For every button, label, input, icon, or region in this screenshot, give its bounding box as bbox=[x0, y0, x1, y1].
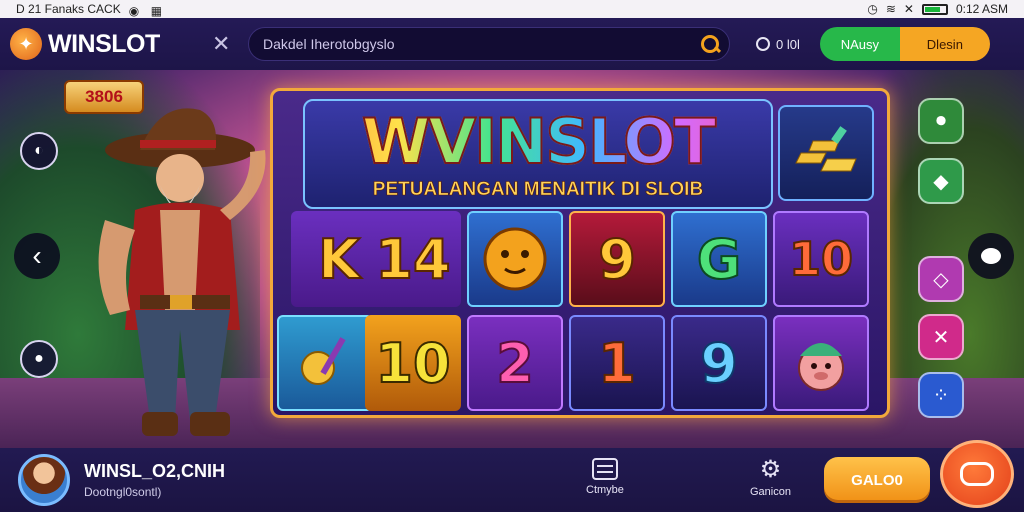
lion-face-icon bbox=[483, 227, 547, 291]
shield-icon[interactable]: ◆ bbox=[918, 158, 964, 204]
register-button[interactable]: Dlesin bbox=[899, 27, 990, 61]
game-title: WVINSLOT bbox=[305, 104, 771, 179]
slot-machine[interactable]: WVINSLOT PETUALANGAN MENAITIK DI SLOIB K… bbox=[270, 88, 890, 418]
logo-text: WINSLOT bbox=[48, 29, 160, 58]
search-icon[interactable] bbox=[697, 31, 723, 57]
chat-icon bbox=[960, 462, 994, 486]
nav-settings[interactable]: ⚙ Ganicon bbox=[750, 456, 791, 499]
reel-symbol: 9 bbox=[597, 227, 637, 292]
gold-bars-tile bbox=[778, 105, 874, 201]
coin-wand-icon bbox=[301, 337, 346, 385]
chevron-left-icon[interactable]: ‹ bbox=[14, 233, 60, 279]
signal-icon: ✕ bbox=[903, 2, 914, 16]
user-subtitle: Dootngl0sontl) bbox=[84, 485, 162, 499]
gold-bars-icon bbox=[795, 126, 857, 172]
reel-symbol: 10 bbox=[374, 331, 451, 396]
pig-character-icon bbox=[798, 343, 844, 391]
tools-icon[interactable]: ✕ bbox=[918, 314, 964, 360]
status-bar: D 21 Fanaks CACK ◉ ▦ ◷ ≋ ✕ 0:12 ASM bbox=[0, 0, 1024, 18]
reel-symbol: 10 bbox=[788, 231, 854, 287]
adventurer-character bbox=[98, 108, 266, 436]
search-bar bbox=[248, 27, 730, 61]
wifi-icon: ≋ bbox=[885, 2, 896, 16]
reel-cell bbox=[277, 315, 373, 411]
reel-cell: 9 bbox=[569, 211, 665, 307]
status-left-text: D 21 Fanaks CACK bbox=[16, 2, 121, 16]
reel-symbol: 2 bbox=[495, 331, 535, 396]
nav-menu-label: Ctmybe bbox=[586, 484, 624, 496]
app-header: ✦ WINSLOT ✕ 0 l0l NAusy Dlesin bbox=[0, 18, 1024, 70]
reel-cell bbox=[773, 315, 869, 411]
login-button[interactable]: NAusy bbox=[819, 27, 900, 61]
camera-icon: ◉ bbox=[128, 3, 140, 18]
menu-icon bbox=[591, 458, 618, 480]
reel-symbol: G bbox=[696, 227, 742, 292]
auth-buttons: NAusy Dlesin bbox=[819, 27, 990, 61]
reel-cell: 14 bbox=[365, 211, 461, 307]
reel-grid: K 14 9 G 10 10 2 1 9 bbox=[273, 211, 893, 421]
online-text: 0 l0l bbox=[776, 36, 800, 52]
reel-cell: 1 bbox=[569, 315, 665, 411]
logo[interactable]: ✦ WINSLOT bbox=[10, 28, 200, 60]
reel-cell: 9 bbox=[671, 315, 767, 411]
record-icon[interactable]: ⏺ bbox=[918, 98, 964, 144]
reel-symbol: 9 bbox=[699, 331, 739, 396]
reel-cell bbox=[467, 211, 563, 307]
dice-icon[interactable]: ⁘ bbox=[918, 372, 964, 418]
user-info: WINSL_O2,CNIH Dootngl0sontl) bbox=[84, 461, 424, 499]
search-input[interactable] bbox=[263, 36, 697, 52]
nav-settings-label: Ganicon bbox=[750, 486, 791, 498]
nav-menu[interactable]: Ctmybe bbox=[586, 458, 624, 496]
close-icon[interactable]: ✕ bbox=[212, 31, 232, 57]
chat-button[interactable] bbox=[940, 440, 1014, 508]
logo-icon: ✦ bbox=[10, 28, 42, 60]
game-subtitle: PETUALANGAN MENAITIK DI SLOIB bbox=[372, 179, 704, 201]
chat-bubble-icon[interactable] bbox=[968, 233, 1014, 279]
user-name: WINSL_O2,CNIH bbox=[84, 461, 226, 481]
status-time: 0:12 ASM bbox=[955, 2, 1008, 16]
reel-cell: 2 bbox=[467, 315, 563, 411]
gem-icon[interactable]: ◇ bbox=[918, 256, 964, 302]
avatar[interactable] bbox=[18, 454, 70, 506]
chip-icon[interactable]: ● bbox=[20, 340, 58, 378]
play-button[interactable]: GALO0 bbox=[824, 457, 930, 503]
reel-symbol: K bbox=[317, 227, 361, 292]
alarm-icon: ◷ bbox=[867, 2, 878, 16]
reel-cell: 10 bbox=[365, 315, 461, 411]
calendar-icon: ▦ bbox=[150, 3, 163, 18]
game-title-banner: WVINSLOT PETUALANGAN MENAITIK DI SLOIB bbox=[303, 99, 773, 209]
reel-symbol: 14 bbox=[374, 227, 451, 292]
battery-icon bbox=[921, 3, 948, 15]
gear-icon: ⚙ bbox=[759, 456, 782, 483]
game-banner[interactable]: 3806 ◐ ‹ ● WVINSLOT PETUALANGAN MENAITIK… bbox=[0, 70, 1024, 448]
online-indicator: 0 l0l bbox=[756, 37, 800, 52]
online-status-icon bbox=[756, 37, 770, 51]
gamepad-icon[interactable]: ◐ bbox=[20, 132, 58, 170]
reel-symbol: 1 bbox=[597, 331, 637, 396]
reel-cell: G bbox=[671, 211, 767, 307]
reel-cell: 10 bbox=[773, 211, 869, 307]
